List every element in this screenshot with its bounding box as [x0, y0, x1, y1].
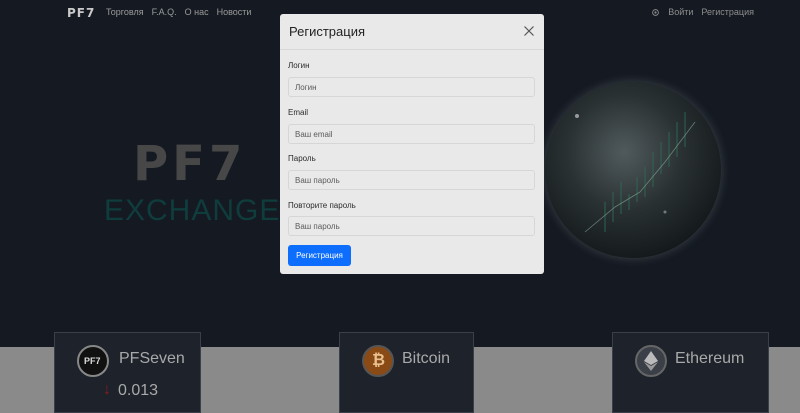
ticker-card-bitcoin[interactable]: ₿ Bitcoin: [339, 332, 474, 413]
close-icon[interactable]: [523, 25, 535, 37]
password-repeat-label: Повторите пароль: [288, 201, 356, 210]
password-repeat-input[interactable]: [288, 216, 535, 236]
password-input[interactable]: [288, 170, 535, 190]
nav-link-about[interactable]: О нас: [185, 7, 209, 17]
ethereum-icon: [635, 345, 667, 377]
email-label: Email: [288, 108, 309, 117]
pf7-coin-label: PF7: [84, 356, 101, 366]
brand-logo[interactable]: PF7: [67, 6, 95, 20]
pf7-coin-icon: PF7: [77, 345, 109, 377]
nav-link-trade[interactable]: Торговля: [106, 7, 144, 17]
register-submit-button[interactable]: Регистрация: [288, 245, 351, 266]
email-input[interactable]: [288, 124, 535, 144]
nav-right: Войти Регистрация: [651, 7, 754, 17]
modal-title: Регистрация: [289, 24, 365, 39]
nav-links: Торговля F.A.Q. О нас Новости: [106, 7, 251, 17]
register-link[interactable]: Регистрация: [701, 7, 754, 17]
gear-icon[interactable]: [651, 8, 660, 17]
arrow-down-icon: ↓: [103, 381, 111, 398]
ticker-name: PFSeven: [119, 350, 185, 367]
ticker-card-pfseven[interactable]: PF7 PFSeven ↓ 0.013: [54, 332, 201, 413]
ticker-card-ethereum[interactable]: Ethereum: [612, 332, 769, 413]
ticker-name: Ethereum: [675, 350, 745, 367]
ticker-name: Bitcoin: [402, 350, 451, 367]
nav-link-news[interactable]: Новости: [217, 7, 252, 17]
bitcoin-icon: ₿: [362, 345, 394, 377]
hero-subtitle: EXCHANGE: [104, 194, 281, 227]
globe-image: [545, 82, 721, 258]
hero-logo: PF7: [133, 136, 247, 192]
password-label: Пароль: [288, 154, 316, 163]
login-input[interactable]: [288, 77, 535, 97]
modal-header: Регистрация: [280, 14, 544, 50]
nav-link-faq[interactable]: F.A.Q.: [152, 7, 177, 17]
registration-modal: Регистрация Логин Email Пароль Повторите…: [280, 14, 544, 274]
ticker-price: 0.013: [118, 382, 159, 399]
login-link[interactable]: Войти: [668, 7, 693, 17]
login-label: Логин: [288, 61, 310, 70]
